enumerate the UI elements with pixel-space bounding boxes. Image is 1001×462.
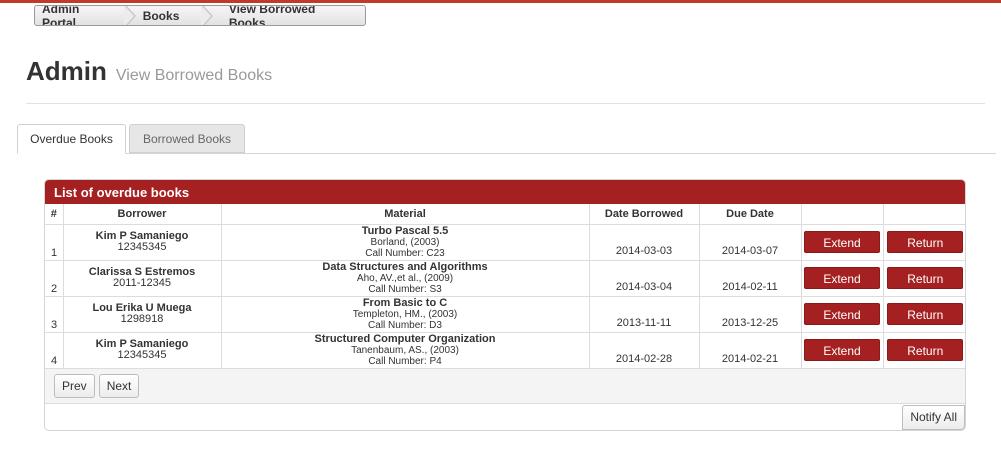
- return-button[interactable]: Return: [887, 303, 964, 325]
- return-cell: Return: [883, 296, 965, 333]
- next-page-button[interactable]: Next: [98, 373, 140, 398]
- material-title: From Basic to C: [362, 296, 448, 309]
- borrower-cell: Clarissa S Estremos 2011-12345: [63, 260, 222, 297]
- prev-page-button[interactable]: Prev: [54, 373, 95, 398]
- due-date: 2014-02-11: [699, 260, 802, 297]
- material-author: Tanenbaum, AS., (2003): [351, 344, 459, 356]
- return-cell: Return: [883, 260, 965, 297]
- breadcrumb-item-admin-portal[interactable]: Admin Portal: [35, 5, 136, 26]
- breadcrumb-item-view-borrowed-books[interactable]: View Borrowed Books: [202, 6, 365, 25]
- due-date: 2013-12-25: [699, 296, 802, 333]
- material-author: Templeton, HM., (2003): [352, 308, 458, 320]
- overdue-books-panel: List of overdue books # Borrower Materia…: [44, 179, 966, 431]
- page-title: Admin: [26, 56, 107, 86]
- due-date: 2014-02-21: [699, 332, 802, 369]
- top-accent-line: [0, 0, 1001, 3]
- material-cell: From Basic to C Templeton, HM., (2003) C…: [221, 296, 590, 333]
- extend-cell: Extend: [801, 296, 884, 333]
- extend-button[interactable]: Extend: [804, 267, 880, 289]
- table-row: 1 Kim P Samaniego 12345345 Turbo Pascal …: [45, 224, 965, 261]
- material-title: Turbo Pascal 5.5: [361, 224, 449, 237]
- material-call-number: Call Number: D3: [368, 319, 442, 331]
- material-title: Data Structures and Algorithms: [322, 260, 488, 273]
- breadcrumb-label: Books: [142, 8, 180, 23]
- panel-heading: List of overdue books: [45, 180, 965, 204]
- breadcrumb-separator-icon: [123, 6, 136, 25]
- tab-overdue-books[interactable]: Overdue Books: [17, 124, 126, 154]
- overdue-books-table: # Borrower Material Date Borrowed Due Da…: [45, 204, 965, 369]
- column-header-date-borrowed: Date Borrowed: [589, 204, 700, 225]
- column-header-material: Material: [221, 204, 590, 225]
- page-header: Admin View Borrowed Books: [26, 56, 272, 87]
- borrower-id: 2011-12345: [113, 277, 171, 289]
- header-divider: [26, 103, 985, 104]
- pagination: Prev Next: [45, 368, 965, 404]
- material-title: Structured Computer Organization: [314, 332, 496, 345]
- tab-borrowed-books[interactable]: Borrowed Books: [129, 124, 245, 153]
- breadcrumb-label: View Borrowed Books: [228, 5, 316, 26]
- table-row: 3 Lou Erika U Muega 1298918 From Basic t…: [45, 296, 965, 333]
- date-borrowed: 2014-02-28: [589, 332, 700, 369]
- return-button[interactable]: Return: [887, 267, 964, 289]
- date-borrowed: 2014-03-03: [589, 224, 700, 261]
- return-button[interactable]: Return: [887, 339, 964, 361]
- date-borrowed: 2014-03-04: [589, 260, 700, 297]
- material-cell: Data Structures and Algorithms Aho, AV.,…: [221, 260, 590, 297]
- date-borrowed: 2013-11-11: [589, 296, 700, 333]
- panel-footer: Notify All: [902, 405, 965, 430]
- material-call-number: Call Number: S3: [368, 283, 442, 295]
- tabs-baseline: [17, 153, 996, 154]
- table-row: 4 Kim P Samaniego 12345345 Structured Co…: [45, 332, 965, 369]
- extend-button[interactable]: Extend: [804, 303, 880, 325]
- material-cell: Turbo Pascal 5.5 Borland, (2003) Call Nu…: [221, 224, 590, 261]
- extend-cell: Extend: [801, 332, 884, 369]
- due-date: 2014-03-07: [699, 224, 802, 261]
- return-cell: Return: [883, 332, 965, 369]
- page-subtitle: View Borrowed Books: [115, 67, 273, 84]
- borrower-id: 12345345: [117, 241, 167, 253]
- row-number: 2: [45, 260, 64, 297]
- breadcrumb-separator-icon: [200, 6, 213, 25]
- column-header-borrower: Borrower: [63, 204, 222, 225]
- column-header-due-date: Due Date: [699, 204, 802, 225]
- material-call-number: Call Number: C23: [365, 247, 445, 259]
- return-button[interactable]: Return: [887, 231, 964, 253]
- notify-all-button[interactable]: Notify All: [902, 405, 965, 430]
- borrower-cell: Lou Erika U Muega 1298918: [63, 296, 222, 333]
- breadcrumb: Admin Portal Books View Borrowed Books: [34, 5, 366, 26]
- row-number: 4: [45, 332, 64, 369]
- extend-cell: Extend: [801, 260, 884, 297]
- borrower-cell: Kim P Samaniego 12345345: [63, 224, 222, 261]
- breadcrumb-label: Admin Portal: [42, 5, 80, 26]
- column-header-number: #: [45, 204, 64, 225]
- borrower-cell: Kim P Samaniego 12345345: [63, 332, 222, 369]
- material-cell: Structured Computer Organization Tanenba…: [221, 332, 590, 369]
- column-header-extend: [801, 204, 884, 225]
- row-number: 1: [45, 224, 64, 261]
- material-call-number: Call Number: P4: [368, 355, 442, 367]
- extend-cell: Extend: [801, 224, 884, 261]
- extend-button[interactable]: Extend: [804, 231, 880, 253]
- column-header-return: [883, 204, 965, 225]
- return-cell: Return: [883, 224, 965, 261]
- borrower-id: 12345345: [117, 349, 167, 361]
- table-header-row: # Borrower Material Date Borrowed Due Da…: [45, 204, 965, 225]
- breadcrumb-item-books[interactable]: Books: [125, 6, 213, 25]
- material-author: Borland, (2003): [370, 236, 440, 248]
- row-number: 3: [45, 296, 64, 333]
- extend-button[interactable]: Extend: [804, 339, 880, 361]
- borrower-id: 1298918: [120, 313, 164, 325]
- table-row: 2 Clarissa S Estremos 2011-12345 Data St…: [45, 260, 965, 297]
- material-author: Aho, AV.,et al., (2009): [356, 272, 454, 284]
